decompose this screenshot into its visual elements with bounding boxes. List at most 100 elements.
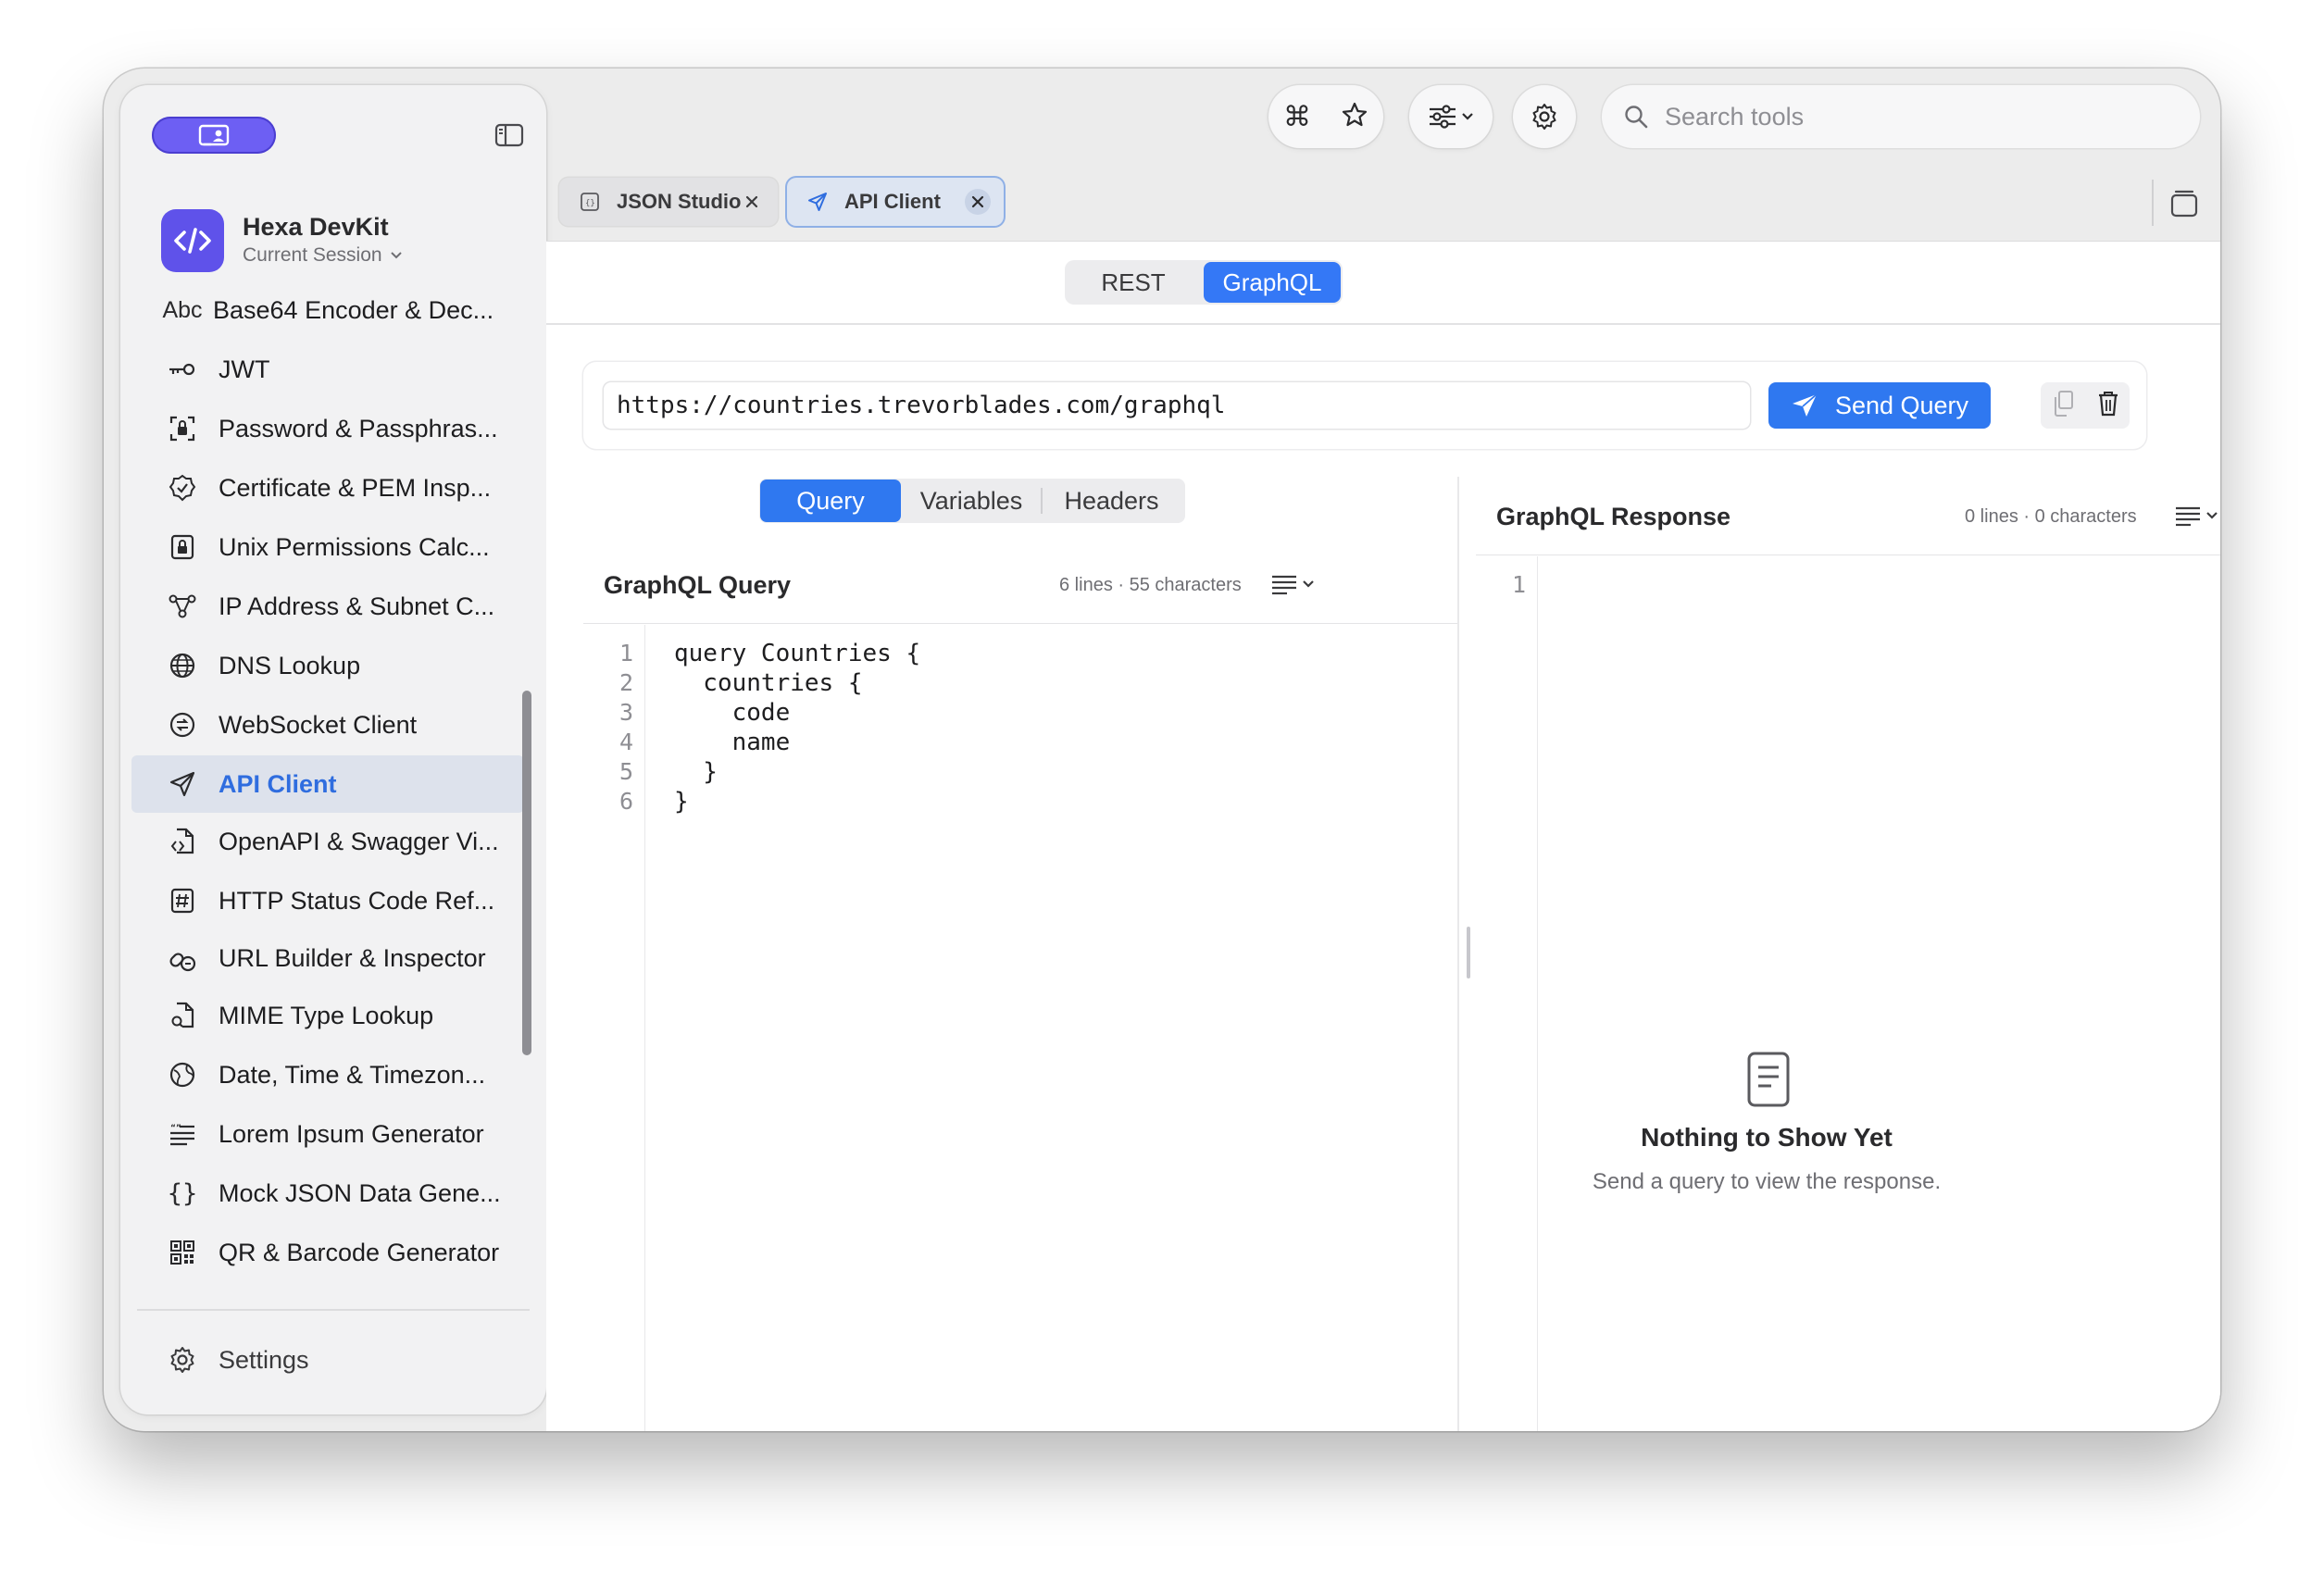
tab-close-button[interactable] xyxy=(965,189,991,215)
code-brackets-icon xyxy=(174,228,211,254)
password-icon xyxy=(167,413,198,444)
sidebar-item-lorem-ipsum[interactable]: “” Lorem Ipsum Generator xyxy=(131,1105,524,1163)
sidebar-item-mock-json[interactable]: {} Mock JSON Data Gene... xyxy=(131,1165,524,1222)
line-number: 6 xyxy=(618,788,633,815)
document-search-icon xyxy=(167,1000,198,1031)
request-section-tabs: Query Variables Headers xyxy=(759,479,1185,523)
sidebar-toggle-icon[interactable] xyxy=(494,122,524,148)
sidebar-item-mime-type[interactable]: MIME Type Lookup xyxy=(131,987,524,1044)
clock-globe-icon xyxy=(167,1059,198,1090)
sidebar-item-label: OpenAPI & Swagger Vi... xyxy=(219,827,499,855)
code-line: name xyxy=(674,729,791,756)
copy-button[interactable] xyxy=(2052,390,2076,422)
sidebar-item-ip-address[interactable]: IP Address & Subnet C... xyxy=(131,578,524,635)
response-stats: 0 lines · 0 characters xyxy=(1965,506,2137,527)
search-tools[interactable] xyxy=(1602,85,2200,148)
sidebar-item-http-status[interactable]: HTTP Status Code Ref... xyxy=(131,872,524,929)
pane-resize-handle[interactable] xyxy=(1467,927,1470,978)
code-line: } xyxy=(674,758,718,786)
request-bar: https://countries.trevorblades.com/graph… xyxy=(583,362,2146,449)
clear-button[interactable] xyxy=(2097,390,2119,422)
favorites-button[interactable] xyxy=(1341,101,1368,133)
app-window: Hexa DevKit Current Session Abc Base64 E… xyxy=(104,69,2220,1431)
websocket-icon xyxy=(167,709,198,741)
line-number-gutter: 1 2 3 4 5 6 xyxy=(583,625,645,1431)
document-code-icon xyxy=(167,826,198,857)
abc-text-icon: Abc xyxy=(162,296,203,323)
app-name: Hexa DevKit xyxy=(243,213,389,241)
preferences-button[interactable] xyxy=(1513,85,1576,148)
empty-state-title: Nothing to Show Yet xyxy=(1641,1123,1893,1152)
search-input[interactable] xyxy=(1663,101,2185,132)
main-content: REST GraphQL https://countries.trevorbla… xyxy=(546,241,2220,1431)
query-editor[interactable]: 1 2 3 4 5 6 query Countries { countries … xyxy=(583,625,1457,1431)
sidebar-item-api-client[interactable]: API Client xyxy=(131,755,524,813)
sidebar-item-label: Certificate & PEM Insp... xyxy=(219,473,492,502)
copy-icon xyxy=(2054,390,2073,417)
sidebar-item-date-time[interactable]: Date, Time & Timezon... xyxy=(131,1046,524,1103)
line-number: 1 xyxy=(1511,571,1526,598)
sidebar-item-label: Unix Permissions Calc... xyxy=(219,532,490,561)
endpoint-url-field[interactable]: https://countries.trevorblades.com/graph… xyxy=(604,382,1750,429)
tab-label: API Client xyxy=(844,190,941,213)
line-number: 1 xyxy=(618,640,633,667)
line-number: 5 xyxy=(618,758,633,785)
paperplane-icon xyxy=(1792,393,1818,417)
globe-icon xyxy=(167,650,198,681)
query-panel-header: GraphQL Query 6 lines · 55 characters xyxy=(583,547,1457,624)
sidebar-item-qr-barcode[interactable]: QR & Barcode Generator xyxy=(131,1224,524,1281)
query-format-menu[interactable] xyxy=(1270,569,1322,599)
tab-variables[interactable]: Variables xyxy=(902,479,1041,523)
gear-icon xyxy=(1532,104,1556,130)
command-palette-button[interactable]: ⌘ xyxy=(1283,101,1311,133)
chevron-down-icon xyxy=(390,252,402,259)
tab-json-studio[interactable]: {} JSON Studio xyxy=(559,178,778,226)
response-viewer[interactable]: 1 xyxy=(1476,556,2220,1431)
sidebar-item-label: JWT xyxy=(219,355,270,383)
line-number: 2 xyxy=(618,669,633,696)
pane-separator xyxy=(1457,477,1459,1431)
empty-state-subtitle: Send a query to view the response. xyxy=(1592,1169,1942,1194)
tab-close-button[interactable] xyxy=(739,189,765,215)
paperplane-icon xyxy=(167,768,198,800)
tab-headers[interactable]: Headers xyxy=(1043,479,1181,523)
send-query-button[interactable]: Send Query xyxy=(1768,382,1991,429)
view-options-button[interactable] xyxy=(1409,85,1493,148)
graphql-mode-button[interactable]: GraphQL xyxy=(1204,262,1341,303)
rest-mode-button[interactable]: REST xyxy=(1065,260,1202,305)
sidebar-item-certificate[interactable]: Certificate & PEM Insp... xyxy=(131,459,524,517)
sidebar-item-label: DNS Lookup xyxy=(219,651,361,679)
response-panel-title: GraphQL Response xyxy=(1496,503,1731,530)
sidebar-item-jwt[interactable]: JWT xyxy=(131,341,524,398)
protocol-switch: REST GraphQL xyxy=(1065,260,1343,305)
sidebar-item-password[interactable]: Password & Passphras... xyxy=(131,400,524,457)
sidebar-item-unix-permissions[interactable]: Unix Permissions Calc... xyxy=(131,518,524,576)
chevron-down-icon xyxy=(1303,580,1314,588)
sidebar-item-label: Base64 Encoder & Dec... xyxy=(213,295,494,324)
search-icon xyxy=(1622,103,1650,131)
sidebar-item-label: Mock JSON Data Gene... xyxy=(219,1178,501,1207)
response-format-menu[interactable] xyxy=(2174,501,2220,530)
header-divider xyxy=(546,323,2220,325)
settings-label: Settings xyxy=(219,1345,309,1374)
sidebar-item-base64[interactable]: Abc Base64 Encoder & Dec... xyxy=(131,281,524,339)
document-icon xyxy=(1747,1052,1790,1107)
tab-query[interactable]: Query xyxy=(760,480,901,522)
gear-icon xyxy=(167,1344,198,1376)
tab-api-client[interactable]: API Client xyxy=(787,178,1004,226)
sidebar-scrollbar[interactable] xyxy=(522,691,531,1055)
sidebar: Hexa DevKit Current Session Abc Base64 E… xyxy=(120,85,546,1414)
toolbar-group-shortcuts: ⌘ xyxy=(1268,85,1383,148)
paperplane-icon xyxy=(806,190,830,214)
sidebar-item-dns-lookup[interactable]: DNS Lookup xyxy=(131,637,524,694)
chevron-down-icon xyxy=(2206,512,2218,519)
sidebar-item-openapi[interactable]: OpenAPI & Swagger Vi... xyxy=(131,813,524,870)
profile-switcher-button[interactable] xyxy=(152,117,276,154)
json-document-icon: {} xyxy=(578,190,602,214)
session-selector[interactable]: Current Session xyxy=(243,244,403,267)
sidebar-item-websocket[interactable]: WebSocket Client xyxy=(131,696,524,754)
sidebar-item-label: MIME Type Lookup xyxy=(219,1001,434,1029)
settings-button[interactable]: Settings xyxy=(131,1331,524,1389)
tab-overview-icon[interactable] xyxy=(2168,187,2200,218)
sidebar-item-url-builder[interactable]: URL Builder & Inspector xyxy=(131,929,524,987)
